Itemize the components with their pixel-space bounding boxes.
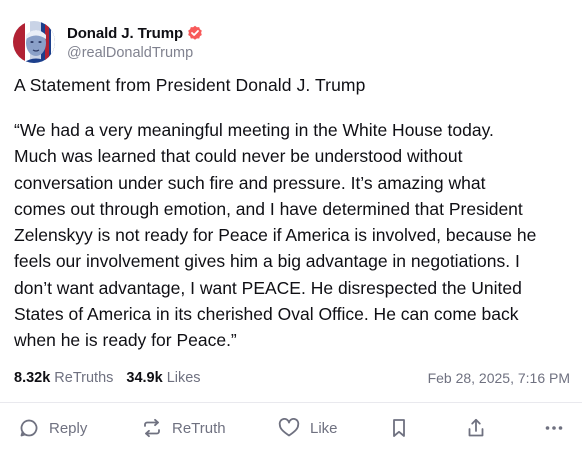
post-body: “We had a very meaningful meeting in the… [14,117,570,354]
heart-icon [278,418,300,438]
like-button[interactable]: Like [278,412,338,444]
handle[interactable]: @realDonaldTrump [67,45,203,61]
divider [0,402,582,403]
retruth-button[interactable]: ReTruth [142,412,226,444]
post-body-line: feels our involvement gives him a big ad… [14,251,520,272]
more-options-button[interactable] [544,412,564,444]
avatar[interactable] [13,21,55,63]
like-label: Like [310,419,338,437]
author-names: Donald J. Trump @realDonaldTrump [67,23,203,61]
bookmark-icon [390,418,408,438]
post-stats: 8.32k ReTruths 34.9k Likes Feb 28, 2025, 7… [14,368,570,388]
post-body-line: comes out through emotion, and I have de… [14,198,523,219]
retruth-label: ReTruth [172,419,226,437]
retruths-label: ReTruths [54,370,114,386]
bookmark-button[interactable] [390,412,408,444]
reply-icon [19,418,39,438]
post-body-line: Zelenskyy is not ready for Peace if Amer… [14,225,537,246]
reply-button[interactable]: Reply [19,412,87,444]
share-icon [466,418,486,438]
retruths-stat[interactable]: 8.32k ReTruths [14,370,113,386]
post-body-line: don’t want advantage, I want PEACE. He d… [14,277,522,298]
post-body-line: “We had a very meaningful meeting in the… [14,120,494,140]
post-header: Donald J. Trump @realDonaldTrump [13,20,203,64]
post-body-line: conversation under such fire and pressur… [14,172,486,193]
likes-label: Likes [166,370,201,386]
likes-stat[interactable]: 34.9k Likes [126,370,200,386]
share-button[interactable] [466,412,486,444]
post-title: A Statement from President Donald J. Tru… [14,75,366,95]
verified-badge-icon [187,25,203,41]
post-timestamp[interactable]: Feb 28, 2025, 7:16 PM [428,370,570,386]
action-bar: Reply ReTruth Like [0,412,582,444]
retruth-icon [142,418,162,438]
post-body-line: when he is ready for Peace.” [14,330,237,351]
post-body-line: Much was learned that could never be und… [14,146,463,167]
display-name[interactable]: Donald J. Trump [67,25,183,42]
reply-label: Reply [49,419,88,437]
more-icon [544,418,564,438]
retruths-count: 8.32k [14,370,51,386]
post-body-line: States of America in its cherished Oval … [14,304,519,325]
likes-count: 34.9k [126,370,163,386]
name-row: Donald J. Trump [67,23,203,43]
